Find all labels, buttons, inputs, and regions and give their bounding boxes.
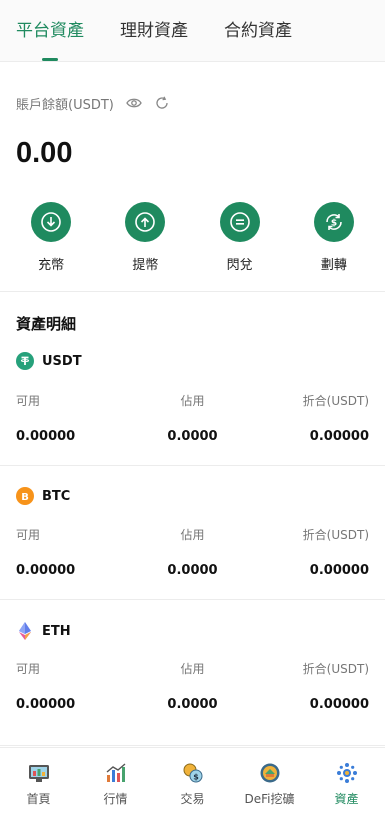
column-headers: 可用 佔用 折合(USDT) [16, 526, 369, 543]
asset-head: USDT [16, 352, 82, 370]
deposit-label: 充幣 [38, 258, 65, 273]
asset-head: B BTC [16, 487, 70, 505]
balance-label-row: 賬戶餘額(USDT) [16, 92, 170, 114]
nav-item-defi-mining[interactable]: DeFi挖礦 [231, 748, 308, 830]
withdraw-label: 提幣 [132, 258, 159, 273]
nav-label: 交易 [180, 792, 205, 806]
balance-label: 賬戶餘額(USDT) [16, 97, 114, 113]
tab-platform-assets[interactable]: 平台資產 [16, 16, 84, 61]
refresh-icon[interactable] [154, 95, 170, 111]
coin-name: ETH [42, 623, 71, 639]
available-header: 可用 [16, 394, 41, 408]
eth-icon [16, 622, 34, 640]
asset-card-usdt[interactable]: USDT 可用 佔用 折合(USDT) 0.00000 0.0000 0.000… [0, 340, 385, 466]
btc-icon: B [16, 487, 34, 505]
deposit-button[interactable]: 充幣 [16, 202, 86, 273]
app-root: 平台資產 理財資產 合約資產 賬戶餘額(USDT) 0.00 充幣 提幣 閃兌 … [0, 0, 385, 830]
value-row: 0.00000 0.0000 0.00000 [16, 697, 369, 712]
deposit-icon [41, 212, 61, 232]
occupied-header: 佔用 [180, 662, 205, 676]
asset-details-title: 資產明細 [16, 315, 77, 333]
nav-item-assets[interactable]: 資產 [308, 748, 385, 830]
value-row: 0.00000 0.0000 0.00000 [16, 563, 369, 578]
withdraw-button[interactable]: 提幣 [110, 202, 180, 273]
coin-name: BTC [42, 488, 71, 504]
occupied-header: 佔用 [180, 394, 205, 408]
trade-icon: $ [182, 762, 204, 784]
occupied-value: 0.0000 [167, 697, 218, 712]
nav-item-market[interactable]: 行情 [77, 748, 154, 830]
column-headers: 可用 佔用 折合(USDT) [16, 660, 369, 677]
nav-item-home[interactable]: 首頁 [0, 748, 77, 830]
swap-label: 閃兌 [226, 258, 253, 273]
nav-item-trade[interactable]: $ 交易 [154, 748, 231, 830]
defi-mining-icon [259, 762, 281, 784]
swap-icon [229, 212, 250, 232]
occupied-header: 佔用 [180, 528, 205, 542]
available-value: 0.00000 [16, 563, 76, 578]
coin-name: USDT [42, 353, 82, 369]
eye-icon[interactable] [126, 95, 142, 111]
nav-label: 資產 [334, 792, 359, 806]
usdt-icon [16, 352, 34, 370]
occupied-value: 0.0000 [167, 563, 218, 578]
nav-label: 行情 [103, 792, 128, 806]
transfer-button[interactable]: $ 劃轉 [299, 202, 369, 273]
equivalent-value: 0.00000 [309, 697, 370, 712]
asset-tabs: 平台資產 理財資產 合約資產 [0, 0, 385, 62]
nav-label: DeFi挖礦 [244, 792, 295, 806]
transfer-label: 劃轉 [320, 258, 347, 273]
occupied-value: 0.0000 [167, 429, 218, 444]
available-value: 0.00000 [16, 429, 76, 444]
asset-card-eth[interactable]: ETH 可用 佔用 折合(USDT) 0.00000 0.0000 0.0000… [0, 600, 385, 746]
asset-card-btc[interactable]: B BTC 可用 佔用 折合(USDT) 0.00000 0.0000 0.00… [0, 466, 385, 600]
tab-wealth-assets[interactable]: 理財資產 [120, 16, 188, 61]
swap-button[interactable]: 閃兌 [205, 202, 275, 273]
available-header: 可用 [16, 528, 41, 542]
equivalent-header: 折合(USDT) [302, 662, 370, 676]
assets-icon [336, 762, 358, 784]
available-header: 可用 [16, 662, 41, 676]
balance-section: 賬戶餘額(USDT) 0.00 充幣 提幣 閃兌 $ 劃轉 [0, 62, 385, 292]
equivalent-header: 折合(USDT) [302, 394, 370, 408]
transfer-icon: $ [326, 214, 342, 230]
column-headers: 可用 佔用 折合(USDT) [16, 392, 369, 409]
withdraw-icon [135, 212, 156, 232]
balance-amount: 0.00 [16, 137, 73, 169]
equivalent-value: 0.00000 [309, 563, 370, 578]
equivalent-header: 折合(USDT) [302, 528, 370, 542]
market-icon [105, 762, 127, 784]
svg-text:$: $ [331, 219, 337, 229]
svg-text:$: $ [193, 773, 199, 782]
tab-contract-assets[interactable]: 合約資產 [224, 16, 292, 61]
home-icon [28, 762, 50, 784]
asset-head: ETH [16, 622, 71, 640]
action-buttons: 充幣 提幣 閃兌 $ 劃轉 [0, 202, 385, 273]
value-row: 0.00000 0.0000 0.00000 [16, 429, 369, 444]
svg-text:B: B [21, 492, 29, 502]
available-value: 0.00000 [16, 697, 76, 712]
equivalent-value: 0.00000 [309, 429, 370, 444]
bottom-nav: 首頁 行情 $ 交易 DeFi挖礦 資產 [0, 747, 385, 830]
nav-label: 首頁 [26, 792, 51, 806]
